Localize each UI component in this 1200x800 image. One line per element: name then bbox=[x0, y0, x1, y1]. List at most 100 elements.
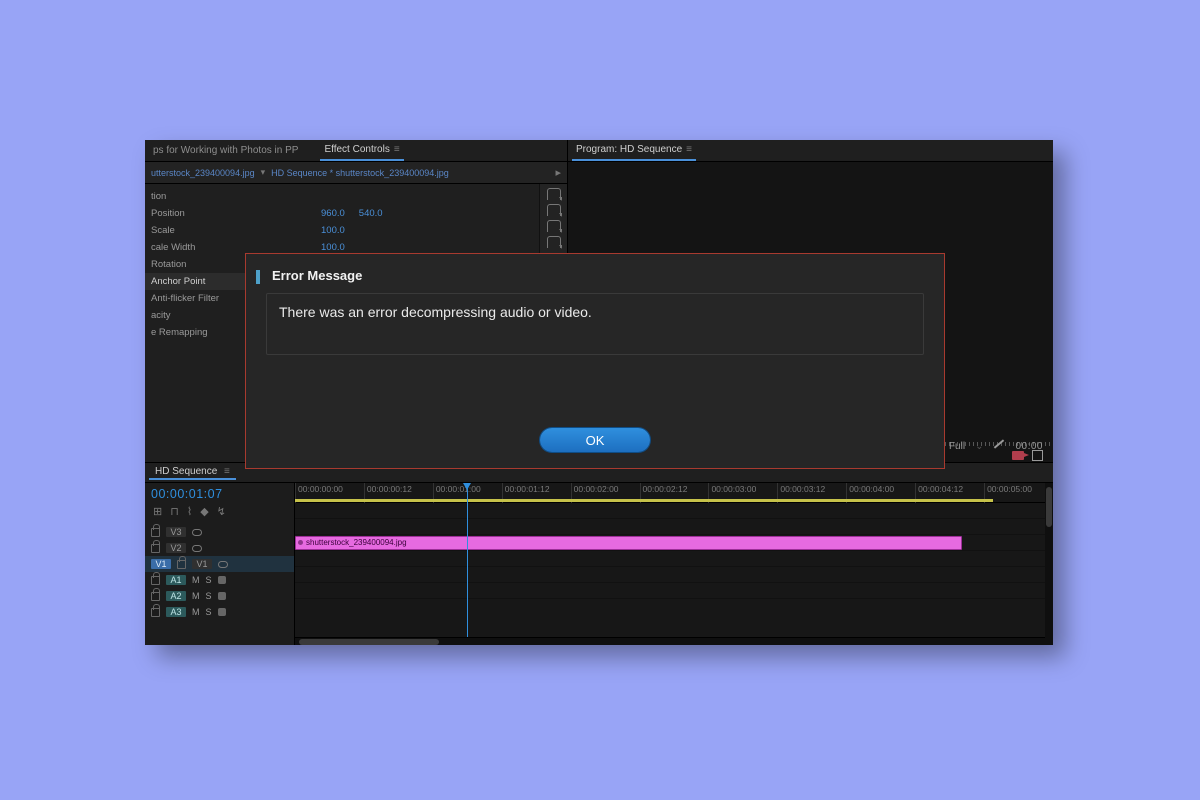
clip-path-arrow-icon[interactable]: ▸ bbox=[555, 166, 561, 179]
solo-toggle[interactable]: S bbox=[206, 575, 212, 585]
effect-property-row[interactable]: Position960.0540.0 bbox=[145, 205, 539, 222]
sequence-tab[interactable]: HD Sequence ≡ bbox=[149, 465, 236, 480]
track-lane[interactable] bbox=[295, 503, 1053, 519]
chevron-down-icon[interactable]: ⌄ bbox=[975, 441, 983, 452]
ruler-mark: 00:00:05:00 bbox=[984, 483, 1053, 503]
timeline-panel: HD Sequence ≡ 00:00:01:07 ⊞ ⊓ ⌇ ◆ ↯ V3 V… bbox=[145, 462, 1053, 645]
track-lane[interactable] bbox=[295, 583, 1053, 599]
scrollbar-thumb[interactable] bbox=[299, 639, 439, 645]
track-lane[interactable] bbox=[295, 551, 1053, 567]
zoom-fit-dropdown[interactable]: Full bbox=[949, 441, 965, 452]
safe-margins-icon[interactable] bbox=[1032, 450, 1043, 461]
eye-icon[interactable] bbox=[218, 561, 228, 568]
eye-icon[interactable] bbox=[192, 545, 202, 552]
work-area-bar[interactable] bbox=[295, 499, 993, 502]
mic-icon[interactable] bbox=[218, 608, 226, 616]
wrench-icon[interactable]: ↯ bbox=[217, 505, 226, 518]
solo-toggle[interactable]: S bbox=[206, 591, 212, 601]
property-value[interactable]: 960.0 bbox=[321, 208, 345, 219]
program-panel-tabs: Program: HD Sequence ≡ bbox=[568, 140, 1053, 162]
tracks-area[interactable]: shutterstock_239400094.jpg bbox=[295, 503, 1053, 637]
effect-property-row[interactable]: tion bbox=[145, 188, 539, 205]
effect-property-row[interactable]: Scale100.0 bbox=[145, 222, 539, 239]
track-lane[interactable]: shutterstock_239400094.jpg bbox=[295, 535, 1053, 551]
dialog-title: Error Message bbox=[272, 268, 924, 283]
track-label[interactable]: V3 bbox=[166, 527, 186, 537]
track-header-row[interactable]: V2 bbox=[145, 540, 294, 556]
left-panel-tabs: ps for Working with Photos in PP Effect … bbox=[145, 140, 567, 162]
mic-icon[interactable] bbox=[218, 592, 226, 600]
effect-clip-path: utterstock_239400094.jpg ▾ HD Sequence *… bbox=[145, 162, 567, 184]
mute-toggle[interactable]: M bbox=[192, 575, 200, 585]
track-header-row[interactable]: V1 V1 bbox=[145, 556, 294, 572]
dialog-message: There was an error decompressing audio o… bbox=[266, 293, 924, 355]
track-target[interactable]: V1 bbox=[151, 559, 171, 569]
error-dialog: Error Message There was an error decompr… bbox=[245, 253, 945, 469]
playhead-timecode[interactable]: 00:00:01:07 bbox=[145, 483, 294, 501]
track-lane[interactable] bbox=[295, 567, 1053, 583]
source-tab-label: ps for Working with Photos in PP bbox=[153, 145, 298, 156]
source-tab[interactable]: ps for Working with Photos in PP bbox=[149, 140, 302, 161]
reset-icon[interactable] bbox=[547, 204, 561, 216]
track-header-row[interactable]: V3 bbox=[145, 524, 294, 540]
track-label[interactable]: V2 bbox=[166, 543, 186, 553]
panel-menu-icon[interactable]: ≡ bbox=[224, 466, 230, 477]
time-ruler[interactable]: 00:00:00:00 00:00:00:12 00:00:01:00 00:0… bbox=[295, 483, 1053, 503]
track-label[interactable]: A1 bbox=[166, 575, 186, 585]
sequence-tab-label: HD Sequence bbox=[155, 466, 217, 477]
export-frame-icon[interactable] bbox=[1012, 451, 1024, 460]
lock-icon[interactable] bbox=[151, 608, 160, 617]
track-label[interactable]: A3 bbox=[166, 607, 186, 617]
program-tab-label: Program: HD Sequence bbox=[576, 144, 682, 155]
track-header-row[interactable]: A3 MS bbox=[145, 604, 294, 620]
timeline-h-scrollbar[interactable] bbox=[295, 637, 1053, 645]
track-lane[interactable] bbox=[295, 519, 1053, 535]
marker-icon[interactable]: ◆ bbox=[200, 505, 208, 518]
timeline-body: 00:00:00:00 00:00:00:12 00:00:01:00 00:0… bbox=[295, 483, 1053, 645]
track-label[interactable]: A2 bbox=[166, 591, 186, 601]
panel-menu-icon[interactable]: ≡ bbox=[686, 144, 692, 155]
mic-icon[interactable] bbox=[218, 576, 226, 584]
lock-icon[interactable] bbox=[151, 592, 160, 601]
reset-icon[interactable] bbox=[547, 188, 561, 200]
track-header-row[interactable]: A2 MS bbox=[145, 588, 294, 604]
property-value[interactable]: 100.0 bbox=[321, 242, 345, 253]
solo-toggle[interactable]: S bbox=[206, 607, 212, 617]
ok-button[interactable]: OK bbox=[540, 428, 650, 452]
lock-icon[interactable] bbox=[151, 528, 160, 537]
scrollbar-thumb[interactable] bbox=[1046, 487, 1052, 527]
effect-controls-tab-label: Effect Controls bbox=[324, 144, 389, 155]
clip-name-left[interactable]: utterstock_239400094.jpg bbox=[151, 168, 255, 178]
timeline-tools: ⊞ ⊓ ⌇ ◆ ↯ bbox=[145, 501, 294, 524]
reset-icon[interactable] bbox=[547, 220, 561, 232]
clip-name-right[interactable]: HD Sequence * shutterstock_239400094.jpg bbox=[271, 168, 449, 178]
property-value[interactable]: 540.0 bbox=[359, 208, 383, 219]
lock-icon[interactable] bbox=[151, 544, 160, 553]
dialog-accent-bar bbox=[256, 270, 260, 284]
panel-menu-icon[interactable]: ≡ bbox=[394, 144, 400, 155]
clip-dropdown-icon[interactable]: ▾ bbox=[261, 167, 266, 178]
property-value[interactable]: 100.0 bbox=[321, 225, 345, 236]
magnet-icon[interactable]: ⊓ bbox=[170, 505, 179, 518]
timeline-header: 00:00:01:07 ⊞ ⊓ ⌇ ◆ ↯ V3 V2 V1V1 A1MS A2… bbox=[145, 483, 295, 645]
track-label[interactable]: V1 bbox=[192, 559, 212, 569]
eye-icon[interactable] bbox=[192, 529, 202, 536]
program-tab[interactable]: Program: HD Sequence ≡ bbox=[572, 140, 696, 161]
track-header-row[interactable]: A1 MS bbox=[145, 572, 294, 588]
program-buttons bbox=[1012, 447, 1043, 463]
settings-wrench-icon[interactable] bbox=[993, 440, 1005, 452]
app-window: ps for Working with Photos in PP Effect … bbox=[145, 140, 1053, 645]
playhead[interactable] bbox=[467, 483, 468, 645]
lock-icon[interactable] bbox=[177, 560, 186, 569]
clip-label: shutterstock_239400094.jpg bbox=[306, 538, 407, 547]
timeline-v-scrollbar[interactable] bbox=[1045, 483, 1053, 645]
mute-toggle[interactable]: M bbox=[192, 607, 200, 617]
lock-icon[interactable] bbox=[151, 576, 160, 585]
link-icon[interactable]: ⌇ bbox=[187, 505, 192, 518]
snap-icon[interactable]: ⊞ bbox=[153, 505, 162, 518]
reset-icon[interactable] bbox=[547, 236, 561, 248]
video-clip[interactable]: shutterstock_239400094.jpg bbox=[295, 536, 962, 550]
dialog-button-row: OK bbox=[266, 355, 924, 452]
mute-toggle[interactable]: M bbox=[192, 591, 200, 601]
effect-controls-tab[interactable]: Effect Controls ≡ bbox=[320, 140, 403, 161]
